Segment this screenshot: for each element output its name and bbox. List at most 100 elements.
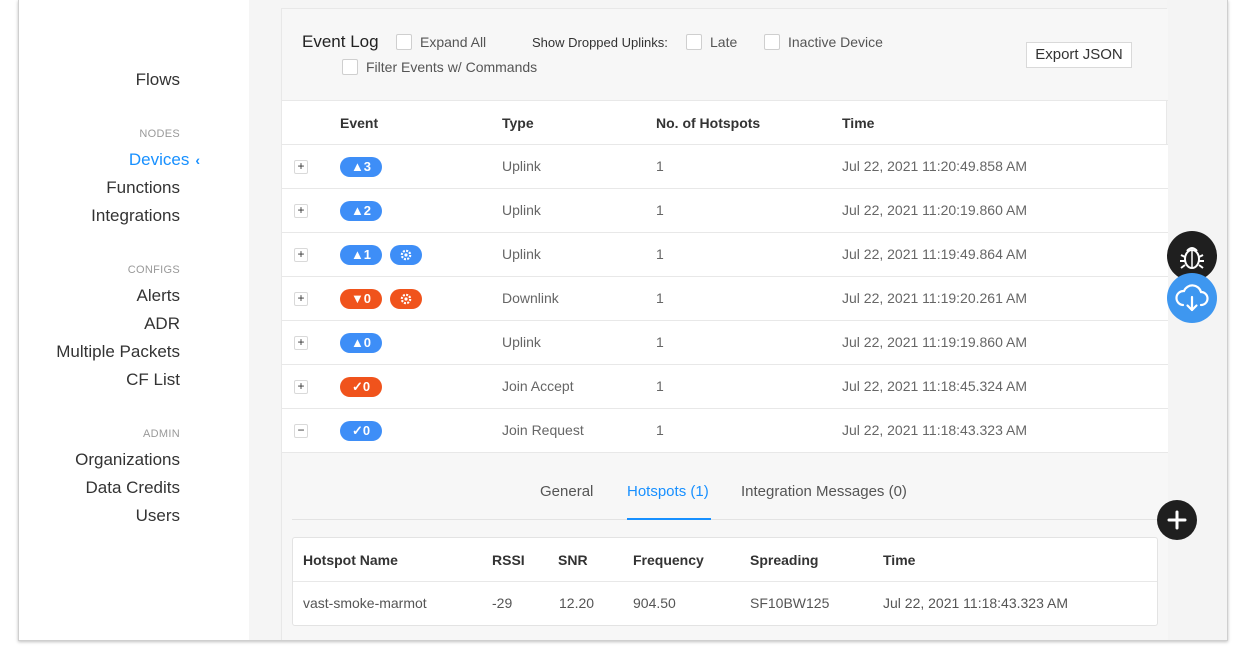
hotspot-header-spreading: Spreading	[750, 552, 819, 568]
gear-icon	[390, 289, 422, 309]
event-badge: ▼0	[340, 289, 382, 309]
row-type: Uplink	[502, 158, 541, 174]
sidebar-item-flows[interactable]: Flows	[136, 70, 180, 90]
sidebar-item-integrations[interactable]: Integrations	[91, 206, 180, 226]
hotspot-snr: 12.20	[559, 595, 595, 611]
sidebar-item-adr[interactable]: ADR	[144, 314, 180, 334]
row-expand-toggle[interactable]: +	[294, 336, 308, 350]
hotspot-name: vast-smoke-marmot	[303, 595, 427, 611]
row-hotspot-count: 1	[656, 334, 664, 350]
sidebar-item-multiple-packets[interactable]: Multiple Packets	[56, 342, 180, 362]
column-header-hotspots: No. of Hotspots	[656, 115, 761, 131]
hotspot-header-name: Hotspot Name	[303, 552, 398, 568]
hotspots-table: Hotspot Name RSSI SNR Frequency Spreadin…	[292, 537, 1158, 626]
row-time: Jul 22, 2021 11:20:19.860 AM	[842, 202, 1027, 218]
tab-hotspots[interactable]: Hotspots (1)	[627, 483, 709, 500]
filter-commands-label: Filter Events w/ Commands	[366, 59, 538, 75]
event-badge: ✓0	[340, 421, 382, 441]
sidebar-section-nodes: NODES	[139, 128, 180, 140]
row-expand-toggle[interactable]: +	[294, 380, 308, 394]
row-time: Jul 22, 2021 11:18:45.324 AM	[842, 378, 1027, 394]
row-type: Join Accept	[502, 378, 574, 394]
app-window: Flows NODES Devices ‹ Functions Integrati…	[18, 0, 1228, 641]
row-time: Jul 22, 2021 11:18:43.323 AM	[842, 422, 1027, 438]
table-row: − ✓0 Join Request 1 Jul 22, 2021 11:18:43.32…	[282, 409, 1168, 453]
download-button[interactable]	[1167, 273, 1217, 323]
sidebar-item-data-credits[interactable]: Data Credits	[86, 478, 180, 498]
row-type: Uplink	[502, 334, 541, 350]
sidebar-section-configs: CONFIGS	[127, 264, 180, 276]
table-row: + ▼0 Downlink 1 Jul 22, 2021 11:19:20.261 AM	[282, 277, 1168, 321]
tab-integration-messages[interactable]: Integration Messages (0)	[741, 483, 907, 500]
row-time: Jul 22, 2021 11:19:20.261 AM	[842, 290, 1027, 306]
expand-all-label: Expand All	[420, 34, 487, 50]
table-row: + ▲3 Uplink 1 Jul 22, 2021 11:20:49.858 AM	[282, 145, 1168, 189]
tab-general[interactable]: General	[540, 483, 593, 500]
inactive-device-label: Inactive Device	[788, 34, 883, 50]
expand-all-checkbox[interactable]	[396, 34, 412, 50]
row-type: Uplink	[502, 202, 541, 218]
tab-divider	[292, 519, 1158, 520]
sidebar-section-admin: ADMIN	[143, 428, 180, 440]
sidebar-item-organizations[interactable]: Organizations	[75, 450, 180, 470]
sidebar-item-users[interactable]: Users	[136, 506, 180, 526]
event-badge: ▲1	[340, 245, 382, 265]
row-expand-toggle[interactable]: +	[294, 248, 308, 262]
row-hotspot-count: 1	[656, 290, 664, 306]
row-hotspot-count: 1	[656, 422, 664, 438]
column-header-time: Time	[842, 115, 875, 131]
row-hotspot-count: 1	[656, 202, 664, 218]
row-hotspot-count: 1	[656, 246, 664, 262]
sidebar-item-devices[interactable]: Devices ‹	[129, 150, 200, 170]
row-time: Jul 22, 2021 11:19:19.860 AM	[842, 334, 1027, 350]
cloud-download-icon	[1167, 284, 1217, 327]
column-header-type: Type	[502, 115, 534, 131]
export-json-button[interactable]: Export JSON	[1026, 42, 1132, 68]
sidebar-item-devices-label: Devices	[128, 150, 190, 169]
event-badge: ▲2	[340, 201, 382, 221]
row-expand-toggle[interactable]: −	[294, 424, 308, 438]
table-row: + ✓0 Join Accept 1 Jul 22, 2021 11:18:45.324…	[282, 365, 1168, 409]
sidebar: Flows NODES Devices ‹ Functions Integrati…	[19, 0, 249, 640]
row-type: Downlink	[502, 290, 559, 306]
chevron-left-icon: ‹	[195, 152, 200, 168]
main-content: Event Log Expand All Show Dropped Uplink…	[249, 0, 1168, 640]
active-tab-indicator	[627, 518, 711, 520]
event-detail-panel: General Hotspots (1) Integration Message…	[282, 453, 1168, 640]
row-hotspot-count: 1	[656, 158, 664, 174]
table-row: + ▲2 Uplink 1 Jul 22, 2021 11:20:19.860 AM	[282, 189, 1168, 233]
event-badge: ▲3	[340, 157, 382, 177]
late-label: Late	[710, 34, 738, 50]
sidebar-item-cf-list[interactable]: CF List	[126, 370, 180, 390]
hotspot-time: Jul 22, 2021 11:18:43.323 AM	[883, 595, 1068, 611]
row-expand-toggle[interactable]: +	[294, 292, 308, 306]
event-log-panel: Event Log Expand All Show Dropped Uplink…	[281, 8, 1168, 640]
event-log-header: Event Log Expand All Show Dropped Uplink…	[282, 9, 1168, 101]
hotspot-rssi: -29	[492, 595, 513, 611]
row-expand-toggle[interactable]: +	[294, 204, 308, 218]
event-log-title: Event Log	[302, 32, 379, 51]
table-row: + ▲1 Uplink 1 Jul 22, 2021 11:19:49.864 AM	[282, 233, 1168, 277]
plus-icon	[1157, 510, 1197, 544]
show-dropped-label: Show Dropped Uplinks:	[532, 35, 668, 50]
event-badge: ✓0	[340, 377, 382, 397]
gear-icon	[390, 245, 422, 265]
hotspot-frequency: 904.50	[633, 595, 676, 611]
hotspot-header-rssi: RSSI	[492, 552, 525, 568]
event-table-header: Event Type No. of Hotspots Time	[282, 101, 1168, 145]
sidebar-item-functions[interactable]: Functions	[106, 178, 180, 198]
row-hotspot-count: 1	[656, 378, 664, 394]
inactive-device-checkbox[interactable]	[764, 34, 780, 50]
hotspot-header-frequency: Frequency	[633, 552, 704, 568]
row-type: Uplink	[502, 246, 541, 262]
sidebar-item-alerts[interactable]: Alerts	[137, 286, 180, 306]
row-time: Jul 22, 2021 11:19:49.864 AM	[842, 246, 1027, 262]
hotspot-header-divider	[293, 581, 1157, 582]
row-type: Join Request	[502, 422, 584, 438]
table-row: + ▲0 Uplink 1 Jul 22, 2021 11:19:19.860 AM	[282, 321, 1168, 365]
add-button[interactable]	[1157, 500, 1197, 540]
late-checkbox[interactable]	[686, 34, 702, 50]
row-expand-toggle[interactable]: +	[294, 160, 308, 174]
filter-commands-checkbox[interactable]	[342, 59, 358, 75]
hotspot-header-time: Time	[883, 552, 916, 568]
